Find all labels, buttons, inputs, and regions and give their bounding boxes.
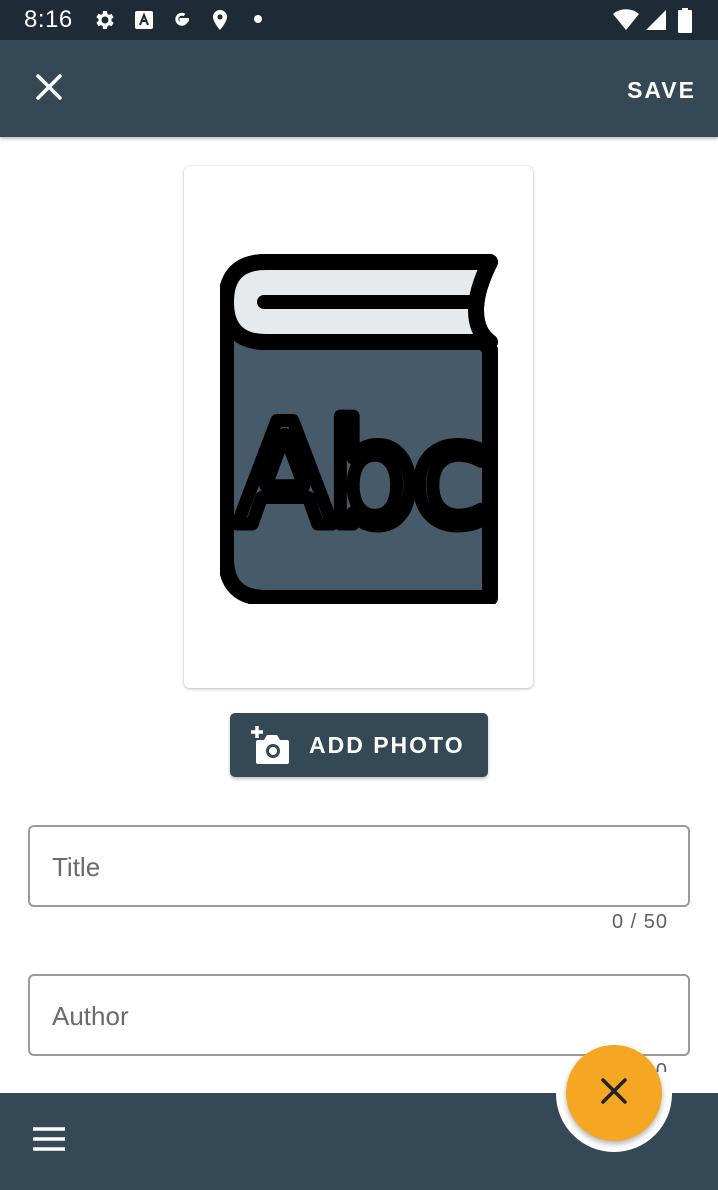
gear-icon	[92, 8, 116, 32]
close-icon	[600, 1077, 628, 1110]
status-bar: 8:16	[0, 0, 718, 40]
cover-image-card[interactable]: Abc	[184, 166, 533, 688]
save-button[interactable]: SAVE	[627, 70, 696, 110]
battery-icon	[676, 8, 700, 33]
wifi-icon	[612, 8, 639, 32]
add-photo-label: ADD PHOTO	[309, 732, 465, 758]
title-field[interactable]	[28, 825, 690, 907]
menu-button[interactable]	[26, 1118, 72, 1164]
google-icon	[168, 8, 192, 32]
menu-icon	[32, 1126, 66, 1157]
cancel-fab[interactable]	[566, 1045, 662, 1141]
add-photo-button[interactable]: ADD PHOTO	[230, 713, 488, 777]
app-bar: SAVE	[0, 40, 718, 137]
close-icon	[35, 73, 63, 106]
add-camera-icon	[250, 724, 292, 771]
a-box-icon	[132, 8, 156, 32]
author-field[interactable]	[28, 974, 690, 1056]
title-input[interactable]	[50, 827, 664, 907]
author-input[interactable]	[50, 976, 664, 1056]
title-counter: 0 / 50	[611, 911, 668, 933]
dot-icon	[250, 8, 274, 32]
status-time: 8:16	[24, 6, 73, 33]
book-letters: Abc	[236, 393, 483, 558]
close-button[interactable]	[24, 64, 74, 114]
location-pin-icon	[208, 8, 232, 32]
signal-icon	[644, 8, 668, 32]
book-abc-icon: Abc	[220, 254, 498, 604]
